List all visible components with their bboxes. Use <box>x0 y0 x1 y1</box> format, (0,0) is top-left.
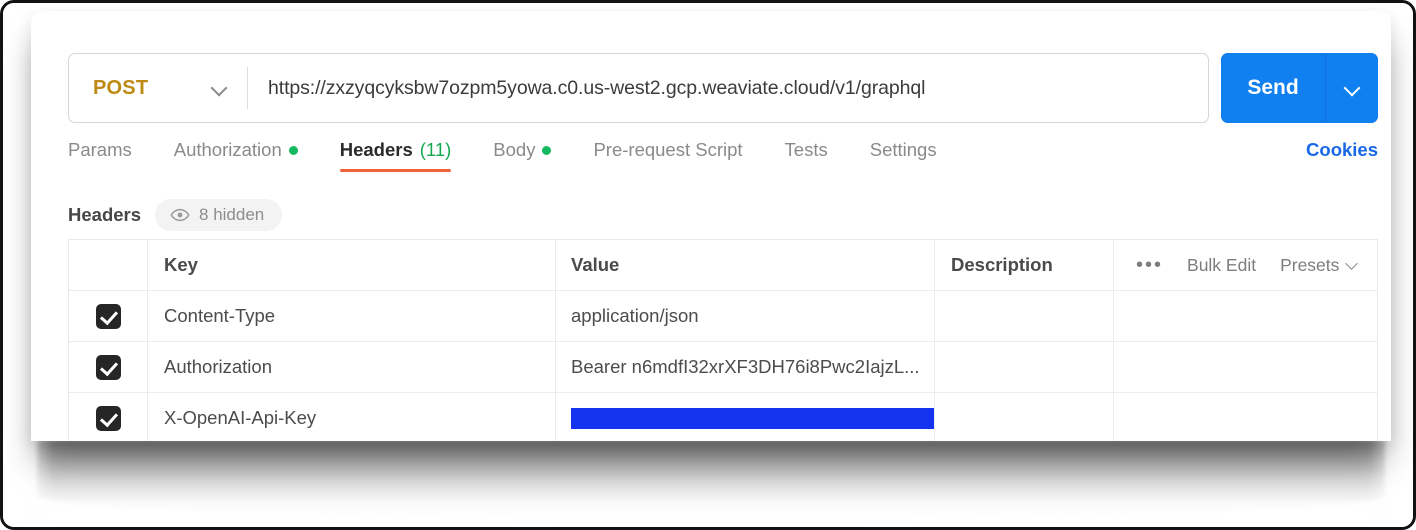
send-button[interactable]: Send <box>1221 53 1325 123</box>
tab-label: Params <box>68 139 132 160</box>
hidden-headers-toggle[interactable]: 8 hidden <box>155 199 283 231</box>
tab-count-badge: (11) <box>419 139 452 160</box>
redacted-value-bar <box>571 407 934 429</box>
row-key-cell[interactable]: X-OpenAI-Api-Key <box>148 392 556 441</box>
card-drop-shadow <box>23 434 1399 526</box>
table-row[interactable]: Content-Type application/json <box>69 290 1377 342</box>
row-value-text: application/json <box>571 305 699 326</box>
row-value-text: Bearer n6mdfI32xrXF3DH76i8Pwc2IajzL... <box>571 356 920 377</box>
presets-label: Presets <box>1280 254 1340 275</box>
row-checkbox-cell <box>69 341 148 393</box>
table-row[interactable]: X-OpenAI-Api-Key <box>69 392 1377 442</box>
row-value-cell[interactable] <box>556 392 935 441</box>
method-and-url-group: POST <box>68 53 1209 123</box>
column-header-key: Key <box>148 239 556 291</box>
tab-body[interactable]: Body <box>493 139 552 172</box>
tab-label: Authorization <box>173 139 282 160</box>
request-url-bar: POST Send <box>68 53 1378 123</box>
tab-pre-request-script[interactable]: Pre-request Script <box>593 139 742 172</box>
table-header-row: Key Value Description ••• Bulk Edit Pres… <box>69 239 1377 291</box>
bulk-edit-button[interactable]: Bulk Edit <box>1187 255 1256 276</box>
hidden-headers-label: 8 hidden <box>199 205 265 224</box>
column-header-label: Value <box>571 254 620 275</box>
chevron-down-icon <box>1346 259 1359 272</box>
status-dot-icon <box>542 145 552 155</box>
row-key-cell[interactable]: Authorization <box>148 341 556 393</box>
tab-tests[interactable]: Tests <box>785 139 828 172</box>
headers-section-caption: Headers 8 hidden <box>68 199 283 231</box>
tab-label: Pre-request Script <box>593 139 743 160</box>
tab-authorization[interactable]: Authorization <box>174 139 298 172</box>
column-header-label: Key <box>164 254 198 275</box>
row-key-text: Authorization <box>164 356 272 377</box>
tab-label: Headers <box>339 139 413 160</box>
row-key-text: X-OpenAI-Api-Key <box>164 407 317 428</box>
tab-label: Tests <box>784 139 828 160</box>
ellipsis-icon[interactable]: ••• <box>1136 255 1163 275</box>
chevron-down-icon <box>1344 80 1360 96</box>
row-checkbox[interactable] <box>95 303 121 329</box>
eye-icon <box>170 208 190 222</box>
presets-button[interactable]: Presets <box>1280 255 1359 276</box>
row-value-cell[interactable]: application/json <box>556 290 935 342</box>
select-all-cell <box>69 239 148 291</box>
row-description-cell[interactable] <box>935 393 1113 442</box>
row-value-cell[interactable]: Bearer n6mdfI32xrXF3DH76i8Pwc2IajzL... <box>556 341 935 393</box>
row-checkbox-cell <box>69 290 148 342</box>
column-header-description: Description <box>935 240 1113 291</box>
table-tools: ••• Bulk Edit Presets <box>1113 239 1377 291</box>
tab-settings[interactable]: Settings <box>870 139 937 172</box>
headers-section-title: Headers <box>68 204 142 225</box>
chevron-down-icon <box>211 80 227 96</box>
request-panel: POST Send Params Authorization <box>31 11 1391 441</box>
row-tools-cell <box>1113 290 1377 342</box>
row-description-cell[interactable] <box>935 342 1113 393</box>
request-tabs: Params Authorization Headers (11) Body P… <box>68 139 1378 185</box>
row-key-cell[interactable]: Content-Type <box>148 290 556 342</box>
send-options-button[interactable] <box>1326 53 1378 123</box>
request-url-input[interactable] <box>248 54 1208 122</box>
column-header-label: Description <box>951 254 1053 275</box>
table-row[interactable]: Authorization Bearer n6mdfI32xrXF3DH76i8… <box>69 341 1377 393</box>
send-button-group: Send <box>1221 53 1378 123</box>
tab-params[interactable]: Params <box>68 139 132 172</box>
http-method-label: POST <box>93 76 149 99</box>
row-tools-cell <box>1113 392 1377 441</box>
row-key-text: Content-Type <box>164 305 276 326</box>
tab-headers[interactable]: Headers (11) <box>339 139 452 172</box>
headers-table: Key Value Description ••• Bulk Edit Pres… <box>68 239 1378 441</box>
status-dot-icon <box>288 145 298 155</box>
tab-label: Body <box>493 139 536 160</box>
http-method-select[interactable]: POST <box>69 54 247 122</box>
column-header-value: Value <box>556 239 935 291</box>
row-checkbox-cell <box>69 392 148 441</box>
tab-label: Settings <box>869 139 937 160</box>
screenshot-frame: POST Send Params Authorization <box>0 0 1416 530</box>
cookies-link[interactable]: Cookies <box>1306 139 1378 172</box>
row-checkbox[interactable] <box>95 405 121 431</box>
row-description-cell[interactable] <box>935 291 1113 342</box>
row-checkbox[interactable] <box>95 354 121 380</box>
row-tools-cell <box>1113 341 1377 393</box>
